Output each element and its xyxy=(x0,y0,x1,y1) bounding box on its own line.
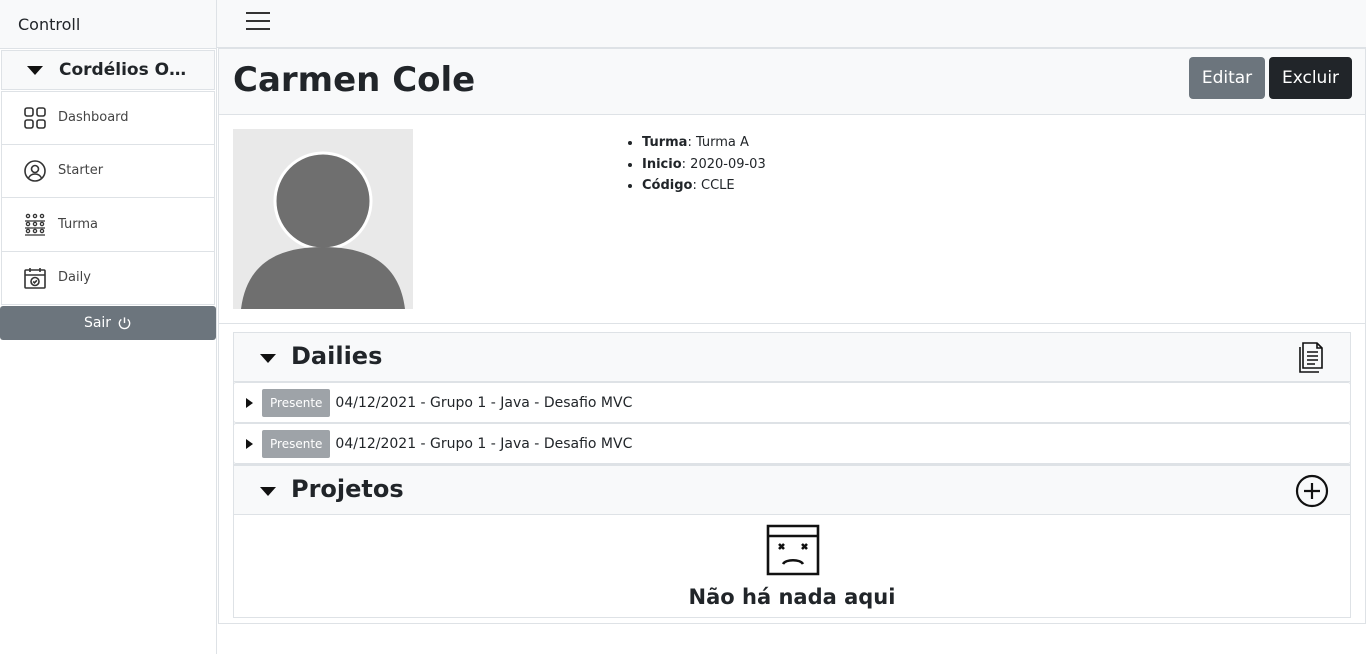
projetos-header[interactable]: Projetos xyxy=(234,466,1350,515)
starter-detail-card: Carmen Cole Editar Excluir Turma: Turma … xyxy=(218,48,1366,624)
hamburger-menu-icon[interactable] xyxy=(246,12,270,34)
logout-button[interactable]: Sair xyxy=(0,306,216,340)
card-header: Carmen Cole Editar Excluir xyxy=(219,49,1365,115)
user-menu-toggle[interactable]: Cordélios Obe... xyxy=(1,50,215,90)
power-icon xyxy=(118,316,131,329)
caret-down-icon xyxy=(260,487,276,496)
logout-label: Sair xyxy=(83,315,112,331)
dailies-header[interactable]: Dailies xyxy=(234,333,1350,382)
sidebar: Controll Cordélios Obe... Dashboard Star… xyxy=(0,0,217,654)
delete-button[interactable]: Excluir xyxy=(1269,57,1352,99)
sidebar-item-daily[interactable]: Daily xyxy=(1,251,215,305)
detail-codigo: Código: CCLE xyxy=(642,175,766,197)
empty-message: Não há nada aqui xyxy=(688,585,896,609)
avatar-placeholder-icon xyxy=(233,129,413,309)
user-name: Cordélios Obe... xyxy=(59,60,191,80)
dailies-section: Dailies Presente 04/12/2021 - Grupo 1 - … xyxy=(233,332,1351,465)
sidebar-item-dashboard[interactable]: Dashboard xyxy=(1,91,215,145)
daily-item[interactable]: Presente 04/12/2021 - Grupo 1 - Java - D… xyxy=(233,382,1351,423)
caret-down-icon xyxy=(260,354,276,363)
sidebar-item-label: Turma xyxy=(58,216,98,232)
sad-box-icon xyxy=(766,524,820,576)
detail-inicio: Inicio: 2020-09-03 xyxy=(642,154,766,176)
dailies-title: Dailies xyxy=(291,342,383,370)
profile-details: Turma: Turma A Inicio: 2020-09-03 Código… xyxy=(624,132,766,197)
dashboard-icon xyxy=(22,105,48,131)
expand-arrow-icon xyxy=(246,397,253,408)
profile-section: Turma: Turma A Inicio: 2020-09-03 Código… xyxy=(219,115,1365,324)
sidebar-item-label: Starter xyxy=(58,163,104,179)
daily-item[interactable]: Presente 04/12/2021 - Grupo 1 - Java - D… xyxy=(233,423,1351,464)
detail-turma: Turma: Turma A xyxy=(642,132,766,154)
status-badge: Presente xyxy=(262,429,331,458)
projetos-section: Projetos Não há nada aqui xyxy=(233,465,1351,618)
daily-text: 04/12/2021 - Grupo 1 - Java - Desafio MV… xyxy=(335,435,633,452)
empty-state: Não há nada aqui xyxy=(234,515,1350,617)
expand-arrow-icon xyxy=(246,438,253,449)
group-icon xyxy=(22,211,48,237)
sidebar-item-label: Dashboard xyxy=(58,110,129,126)
status-badge: Presente xyxy=(262,388,331,417)
avatar xyxy=(233,129,413,309)
sidebar-item-label: Daily xyxy=(58,270,91,286)
caret-down-icon xyxy=(27,65,43,75)
daily-text: 04/12/2021 - Grupo 1 - Java - Desafio MV… xyxy=(335,394,633,411)
page-title: Carmen Cole xyxy=(233,60,476,100)
brand-title: Controll xyxy=(0,0,216,49)
sidebar-item-starter[interactable]: Starter xyxy=(1,144,215,198)
sidebar-item-turma[interactable]: Turma xyxy=(1,198,215,252)
edit-button[interactable]: Editar xyxy=(1189,57,1265,99)
calendar-check-icon xyxy=(22,265,48,291)
user-circle-icon xyxy=(22,158,48,184)
add-circle-icon[interactable] xyxy=(1294,473,1330,509)
top-navbar xyxy=(217,0,1366,48)
documents-icon[interactable] xyxy=(1294,340,1330,376)
sidebar-nav: Dashboard Starter Turma Daily xyxy=(1,91,215,305)
projetos-title: Projetos xyxy=(291,475,404,503)
